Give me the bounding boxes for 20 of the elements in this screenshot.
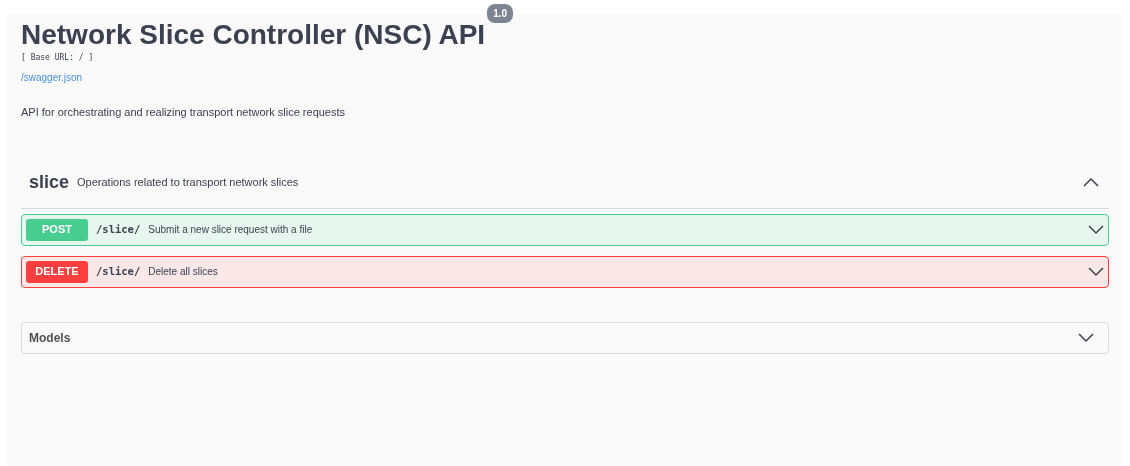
- operation-summary: Delete all slices: [148, 265, 218, 279]
- api-description: API for orchestrating and realizing transport network slice requests: [21, 105, 347, 120]
- operation-row[interactable]: POST /slice/ Submit a new slice request with a file: [21, 213, 1109, 246]
- caret-up-icon[interactable]: [1083, 177, 1099, 187]
- operation-summary: Submit a new slice request with a file: [148, 223, 313, 237]
- tag-description: Operations related to transport network slices: [77, 174, 299, 190]
- caret-down-icon[interactable]: [1088, 266, 1104, 277]
- method-label: POST: [26, 218, 88, 241]
- api-title: Network Slice Controller (NSC) API: [21, 18, 486, 52]
- base-url: [ Base URL: / ]: [21, 52, 95, 64]
- operation-path: /slice/: [96, 263, 141, 279]
- operation-row[interactable]: DELETE /slice/ Delete all slices: [21, 255, 1109, 288]
- models-title: Models: [29, 329, 71, 347]
- models-panel[interactable]: Models: [21, 321, 1109, 354]
- version-badge: 1.0: [487, 4, 514, 23]
- method-label: DELETE: [26, 260, 88, 283]
- caret-down-icon[interactable]: [1078, 332, 1094, 343]
- operation-path: /slice/: [96, 221, 141, 237]
- tag-name: slice: [29, 170, 70, 194]
- caret-down-icon[interactable]: [1088, 224, 1104, 235]
